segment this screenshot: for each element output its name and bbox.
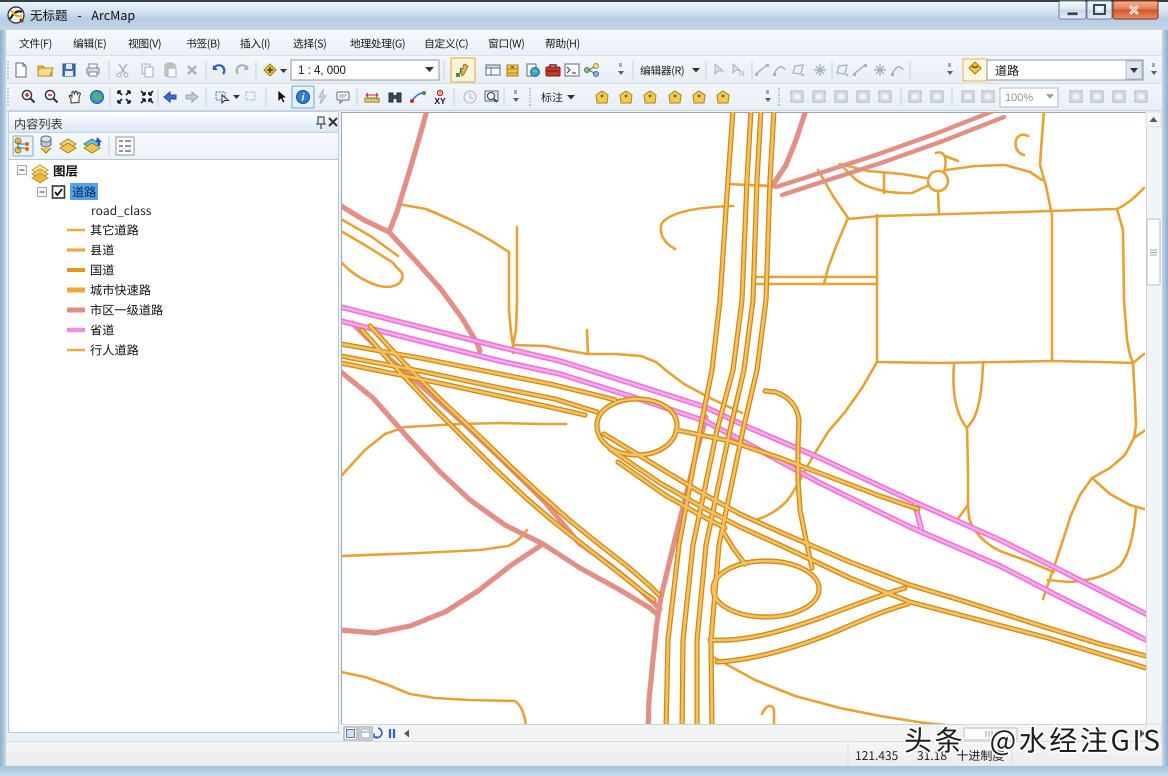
svg-text:1 : 4, 000: 1 : 4, 000 <box>298 65 346 77</box>
svg-text:100%: 100% <box>1005 92 1033 104</box>
svg-text:i: i <box>302 93 305 104</box>
svg-text:XY: XY <box>434 96 446 106</box>
svg-text:N: N <box>739 69 745 78</box>
